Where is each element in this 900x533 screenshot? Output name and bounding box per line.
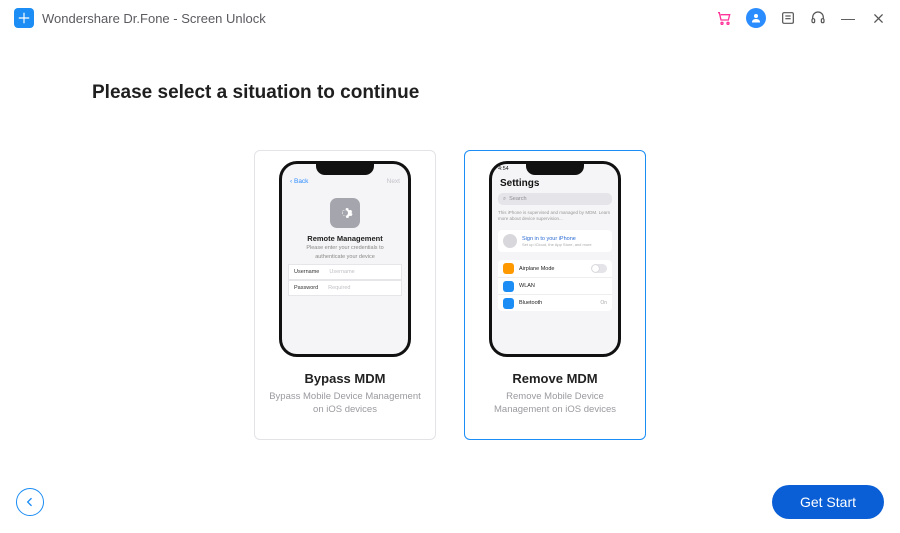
wifi-icon xyxy=(503,281,514,292)
wlan-row: WLAN xyxy=(498,277,612,294)
card-title: Remove MDM xyxy=(512,371,597,386)
phone-notch xyxy=(526,164,584,175)
airplane-mode-row: Airplane Mode xyxy=(498,260,612,277)
phone-nav-bar: ‹ Back Next xyxy=(282,178,408,185)
bypass-phone-illustration: ‹ Back Next Remote Management Please ent… xyxy=(279,161,411,357)
settings-title: Settings xyxy=(500,178,539,189)
bluetooth-row: Bluetooth On xyxy=(498,294,612,311)
account-icon[interactable] xyxy=(746,8,766,28)
bluetooth-icon xyxy=(503,298,514,309)
phone-notch xyxy=(316,164,374,175)
cart-icon[interactable] xyxy=(716,10,732,26)
gear-icon xyxy=(330,198,360,228)
minimize-button[interactable]: — xyxy=(840,10,856,26)
back-button[interactable] xyxy=(16,488,44,516)
card-desc: Remove Mobile Device Management on iOS d… xyxy=(473,391,637,417)
toggle-icon xyxy=(591,264,607,273)
remote-management-heading: Remote Management Please enter your cred… xyxy=(282,234,408,261)
card-title: Bypass MDM xyxy=(305,371,386,386)
close-button[interactable] xyxy=(870,10,886,26)
card-desc: Bypass Mobile Device Management on iOS d… xyxy=(263,391,427,417)
option-cards: ‹ Back Next Remote Management Please ent… xyxy=(92,150,808,440)
feedback-icon[interactable] xyxy=(780,10,796,26)
supervision-notice: This iPhone is supervised and managed by… xyxy=(498,210,612,222)
nav-next: Next xyxy=(387,178,400,185)
main-content: Please select a situation to continue ‹ … xyxy=(0,36,900,440)
avatar-icon xyxy=(503,234,517,248)
titlebar-controls: — xyxy=(716,8,886,28)
app-title: Wondershare Dr.Fone - Screen Unlock xyxy=(42,11,716,26)
footer: Get Start xyxy=(0,485,900,519)
title-bar: Wondershare Dr.Fone - Screen Unlock — xyxy=(0,0,900,36)
support-icon[interactable] xyxy=(810,10,826,26)
card-remove-mdm[interactable]: 4:54 Settings ⌕ Search This iPhone is su… xyxy=(464,150,646,440)
search-icon: ⌕ Search xyxy=(498,193,612,205)
app-logo-icon xyxy=(14,8,34,28)
password-field: PasswordRequired xyxy=(288,280,402,296)
username-field: UsernameUsername xyxy=(288,264,402,280)
page-heading: Please select a situation to continue xyxy=(92,82,808,104)
card-bypass-mdm[interactable]: ‹ Back Next Remote Management Please ent… xyxy=(254,150,436,440)
get-start-button[interactable]: Get Start xyxy=(772,485,884,519)
remove-phone-illustration: 4:54 Settings ⌕ Search This iPhone is su… xyxy=(489,161,621,357)
nav-back: ‹ Back xyxy=(290,178,308,185)
airplane-icon xyxy=(503,263,514,274)
signin-row: Sign in to your iPhone Set up iCloud, th… xyxy=(498,230,612,252)
